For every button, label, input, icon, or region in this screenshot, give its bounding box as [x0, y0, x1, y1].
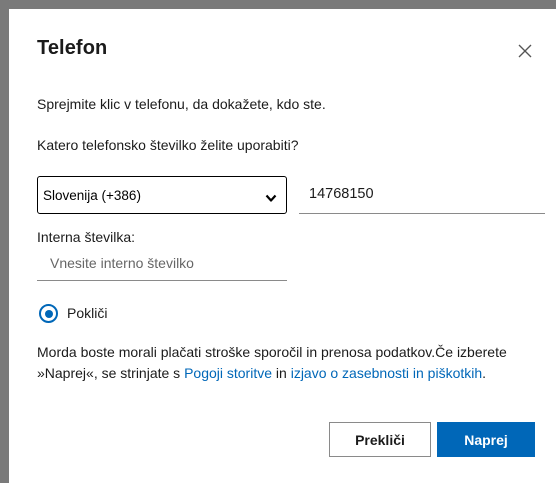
call-radio-button[interactable] [39, 304, 58, 323]
phone-number-value: 14768150 [309, 186, 374, 202]
disclaimer-after: . [482, 364, 487, 381]
chevron-down-icon [265, 190, 277, 208]
extension-placeholder: Vnesite interno številko [50, 255, 194, 271]
terms-of-service-link[interactable]: Pogoji storitve [184, 365, 272, 381]
extension-input[interactable]: Vnesite interno številko [37, 247, 287, 281]
cancel-button[interactable]: Prekliči [329, 422, 431, 457]
privacy-statement-link[interactable]: izjavo o zasebnosti in piškotkih [291, 365, 482, 381]
close-icon[interactable] [514, 40, 536, 62]
country-code-value: Slovenija (+386) [43, 188, 141, 203]
disclaimer-middle: in [272, 364, 291, 381]
instruction-text: Sprejmite klic v telefonu, da dokažete, … [37, 96, 326, 112]
phone-number-input[interactable]: 14768150 [299, 176, 545, 214]
phone-question-text: Katero telefonsko številko želite uporab… [37, 137, 299, 153]
country-code-select[interactable]: Slovenija (+386) [37, 176, 287, 214]
radio-selected-dot [44, 309, 53, 318]
next-button[interactable]: Naprej [437, 422, 535, 457]
phone-verification-dialog: Telefon Sprejmite klic v telefonu, da do… [9, 9, 556, 483]
dialog-title: Telefon [37, 37, 108, 59]
extension-label: Interna številka: [37, 229, 136, 245]
call-method-label: Pokliči [67, 305, 108, 321]
disclaimer-text: Morda boste morali plačati stroške sporo… [37, 342, 543, 383]
